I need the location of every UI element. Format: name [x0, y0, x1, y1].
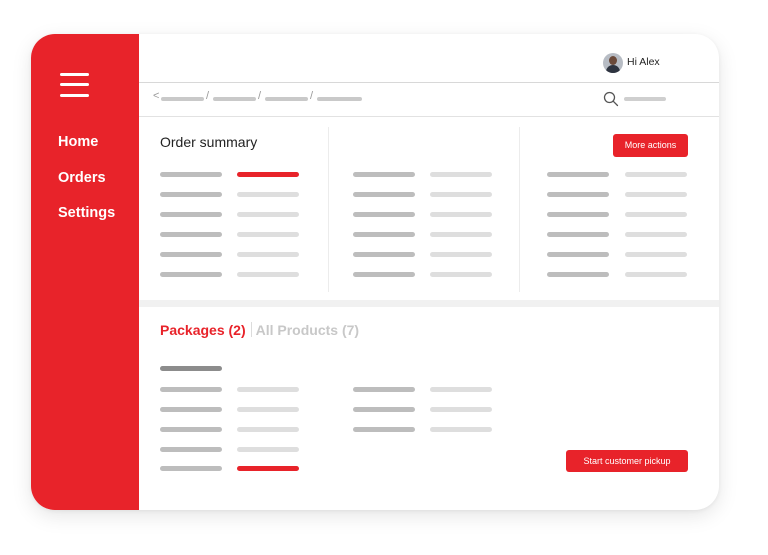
placeholder-label	[160, 427, 222, 432]
placeholder-label	[547, 172, 609, 177]
placeholder-label	[547, 272, 609, 277]
placeholder-value	[430, 387, 492, 392]
order-summary-title: Order summary	[160, 134, 258, 150]
placeholder-label	[547, 232, 609, 237]
breadcrumb: < / / /	[139, 82, 719, 117]
placeholder-value	[625, 272, 687, 277]
package-header-placeholder	[160, 366, 222, 371]
placeholder-label	[353, 427, 415, 432]
breadcrumb-item[interactable]	[213, 97, 256, 101]
sidebar-item-settings[interactable]: Settings	[58, 205, 115, 221]
avatar[interactable]	[603, 53, 623, 73]
search-icon[interactable]	[603, 91, 619, 107]
placeholder-value	[430, 192, 492, 197]
placeholder-value	[237, 427, 299, 432]
placeholder-label	[160, 466, 222, 471]
placeholder-value	[430, 272, 492, 277]
placeholder-label	[160, 192, 222, 197]
sidebar: Home Orders Settings	[31, 34, 139, 510]
placeholder-label	[353, 212, 415, 217]
column-divider	[328, 127, 329, 292]
placeholder-label	[353, 192, 415, 197]
placeholder-value	[430, 232, 492, 237]
breadcrumb-separator: /	[310, 90, 314, 102]
breadcrumb-item[interactable]	[265, 97, 308, 101]
placeholder-value	[625, 252, 687, 257]
placeholder-label	[353, 407, 415, 412]
placeholder-label	[353, 232, 415, 237]
placeholder-value	[625, 212, 687, 217]
column-divider	[519, 127, 520, 292]
placeholder-value	[237, 252, 299, 257]
placeholder-label	[160, 272, 222, 277]
start-customer-pickup-button[interactable]: Start customer pickup	[566, 450, 688, 472]
search-input[interactable]	[624, 97, 666, 101]
placeholder-label	[160, 387, 222, 392]
sidebar-item-home[interactable]: Home	[58, 134, 98, 150]
placeholder-label	[547, 192, 609, 197]
placeholder-label	[547, 252, 609, 257]
placeholder-value	[237, 407, 299, 412]
placeholder-value	[237, 272, 299, 277]
sidebar-item-orders[interactable]: Orders	[58, 170, 106, 186]
placeholder-label	[353, 387, 415, 392]
tab-all-products[interactable]: All Products (7)	[256, 322, 359, 338]
placeholder-label	[353, 172, 415, 177]
placeholder-label	[160, 232, 222, 237]
back-chevron-icon[interactable]: <	[153, 90, 159, 102]
placeholder-label	[160, 447, 222, 452]
placeholder-value-highlight	[237, 172, 299, 177]
packages-tabs: Packages (2) All Products (7)	[160, 322, 359, 338]
section-divider	[139, 300, 719, 307]
placeholder-value	[625, 192, 687, 197]
main-content: Hi Alex < / / / Order summary More actio…	[139, 34, 719, 510]
placeholder-value	[237, 212, 299, 217]
placeholder-value	[430, 212, 492, 217]
placeholder-label	[160, 212, 222, 217]
placeholder-value	[237, 192, 299, 197]
placeholder-value	[430, 172, 492, 177]
top-bar: Hi Alex	[139, 34, 719, 83]
placeholder-label	[547, 212, 609, 217]
breadcrumb-separator: /	[206, 90, 210, 102]
placeholder-label	[353, 252, 415, 257]
placeholder-label	[160, 172, 222, 177]
app-window: Home Orders Settings Hi Alex < / / / Ord…	[31, 34, 719, 510]
breadcrumb-item[interactable]	[317, 97, 362, 101]
breadcrumb-separator: /	[258, 90, 262, 102]
order-summary-panel: Order summary More actions	[139, 117, 719, 300]
breadcrumb-item[interactable]	[161, 97, 204, 101]
user-greeting: Hi Alex	[627, 56, 660, 68]
placeholder-value	[625, 232, 687, 237]
placeholder-value	[237, 232, 299, 237]
placeholder-value	[430, 427, 492, 432]
more-actions-button[interactable]: More actions	[613, 134, 688, 157]
placeholder-value	[237, 387, 299, 392]
placeholder-value-highlight	[237, 466, 299, 471]
placeholder-value	[430, 252, 492, 257]
placeholder-label	[160, 252, 222, 257]
placeholder-label	[353, 272, 415, 277]
placeholder-label	[160, 407, 222, 412]
placeholder-value	[430, 407, 492, 412]
menu-icon[interactable]	[60, 73, 89, 97]
placeholder-value	[237, 447, 299, 452]
tab-packages[interactable]: Packages (2)	[160, 322, 246, 338]
placeholder-value	[625, 172, 687, 177]
tab-separator	[250, 322, 252, 337]
